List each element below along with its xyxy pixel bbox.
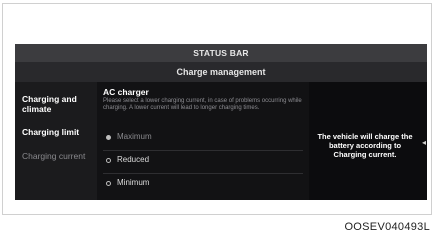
sidebar-item-charging-limit[interactable]: Charging limit	[22, 127, 96, 137]
content-panel: AC charger Please select a lower chargin…	[97, 82, 309, 200]
section-description: Please select a lower charging current, …	[103, 98, 302, 111]
sidebar-item-charging-and-climate[interactable]: Charging and climate	[22, 94, 96, 114]
page-title: Charge management	[15, 62, 427, 82]
option-maximum[interactable]: Maximum	[97, 128, 309, 150]
radio-icon	[106, 181, 111, 186]
chevron-left-icon[interactable]: ◂	[422, 138, 427, 148]
radio-icon	[106, 158, 111, 163]
section-title: AC charger	[103, 87, 149, 97]
status-bar: STATUS BAR	[15, 44, 427, 62]
infotainment-screen: STATUS BAR Charge management Charging an…	[15, 44, 427, 200]
radio-selected-icon	[106, 135, 111, 140]
sidebar-item-charging-current[interactable]: Charging current	[22, 151, 96, 161]
info-panel: The vehicle will charge the battery acco…	[309, 82, 421, 200]
option-minimum[interactable]: Minimum	[97, 174, 309, 196]
option-label: Minimum	[117, 178, 150, 187]
option-reduced[interactable]: Reduced	[97, 151, 309, 173]
sidebar: Charging and climate Charging limit Char…	[15, 82, 97, 200]
option-label: Reduced	[117, 155, 150, 164]
figure-code: OOSEV040493L	[344, 221, 430, 233]
info-text: The vehicle will charge the battery acco…	[317, 132, 413, 159]
option-label: Maximum	[117, 132, 152, 141]
